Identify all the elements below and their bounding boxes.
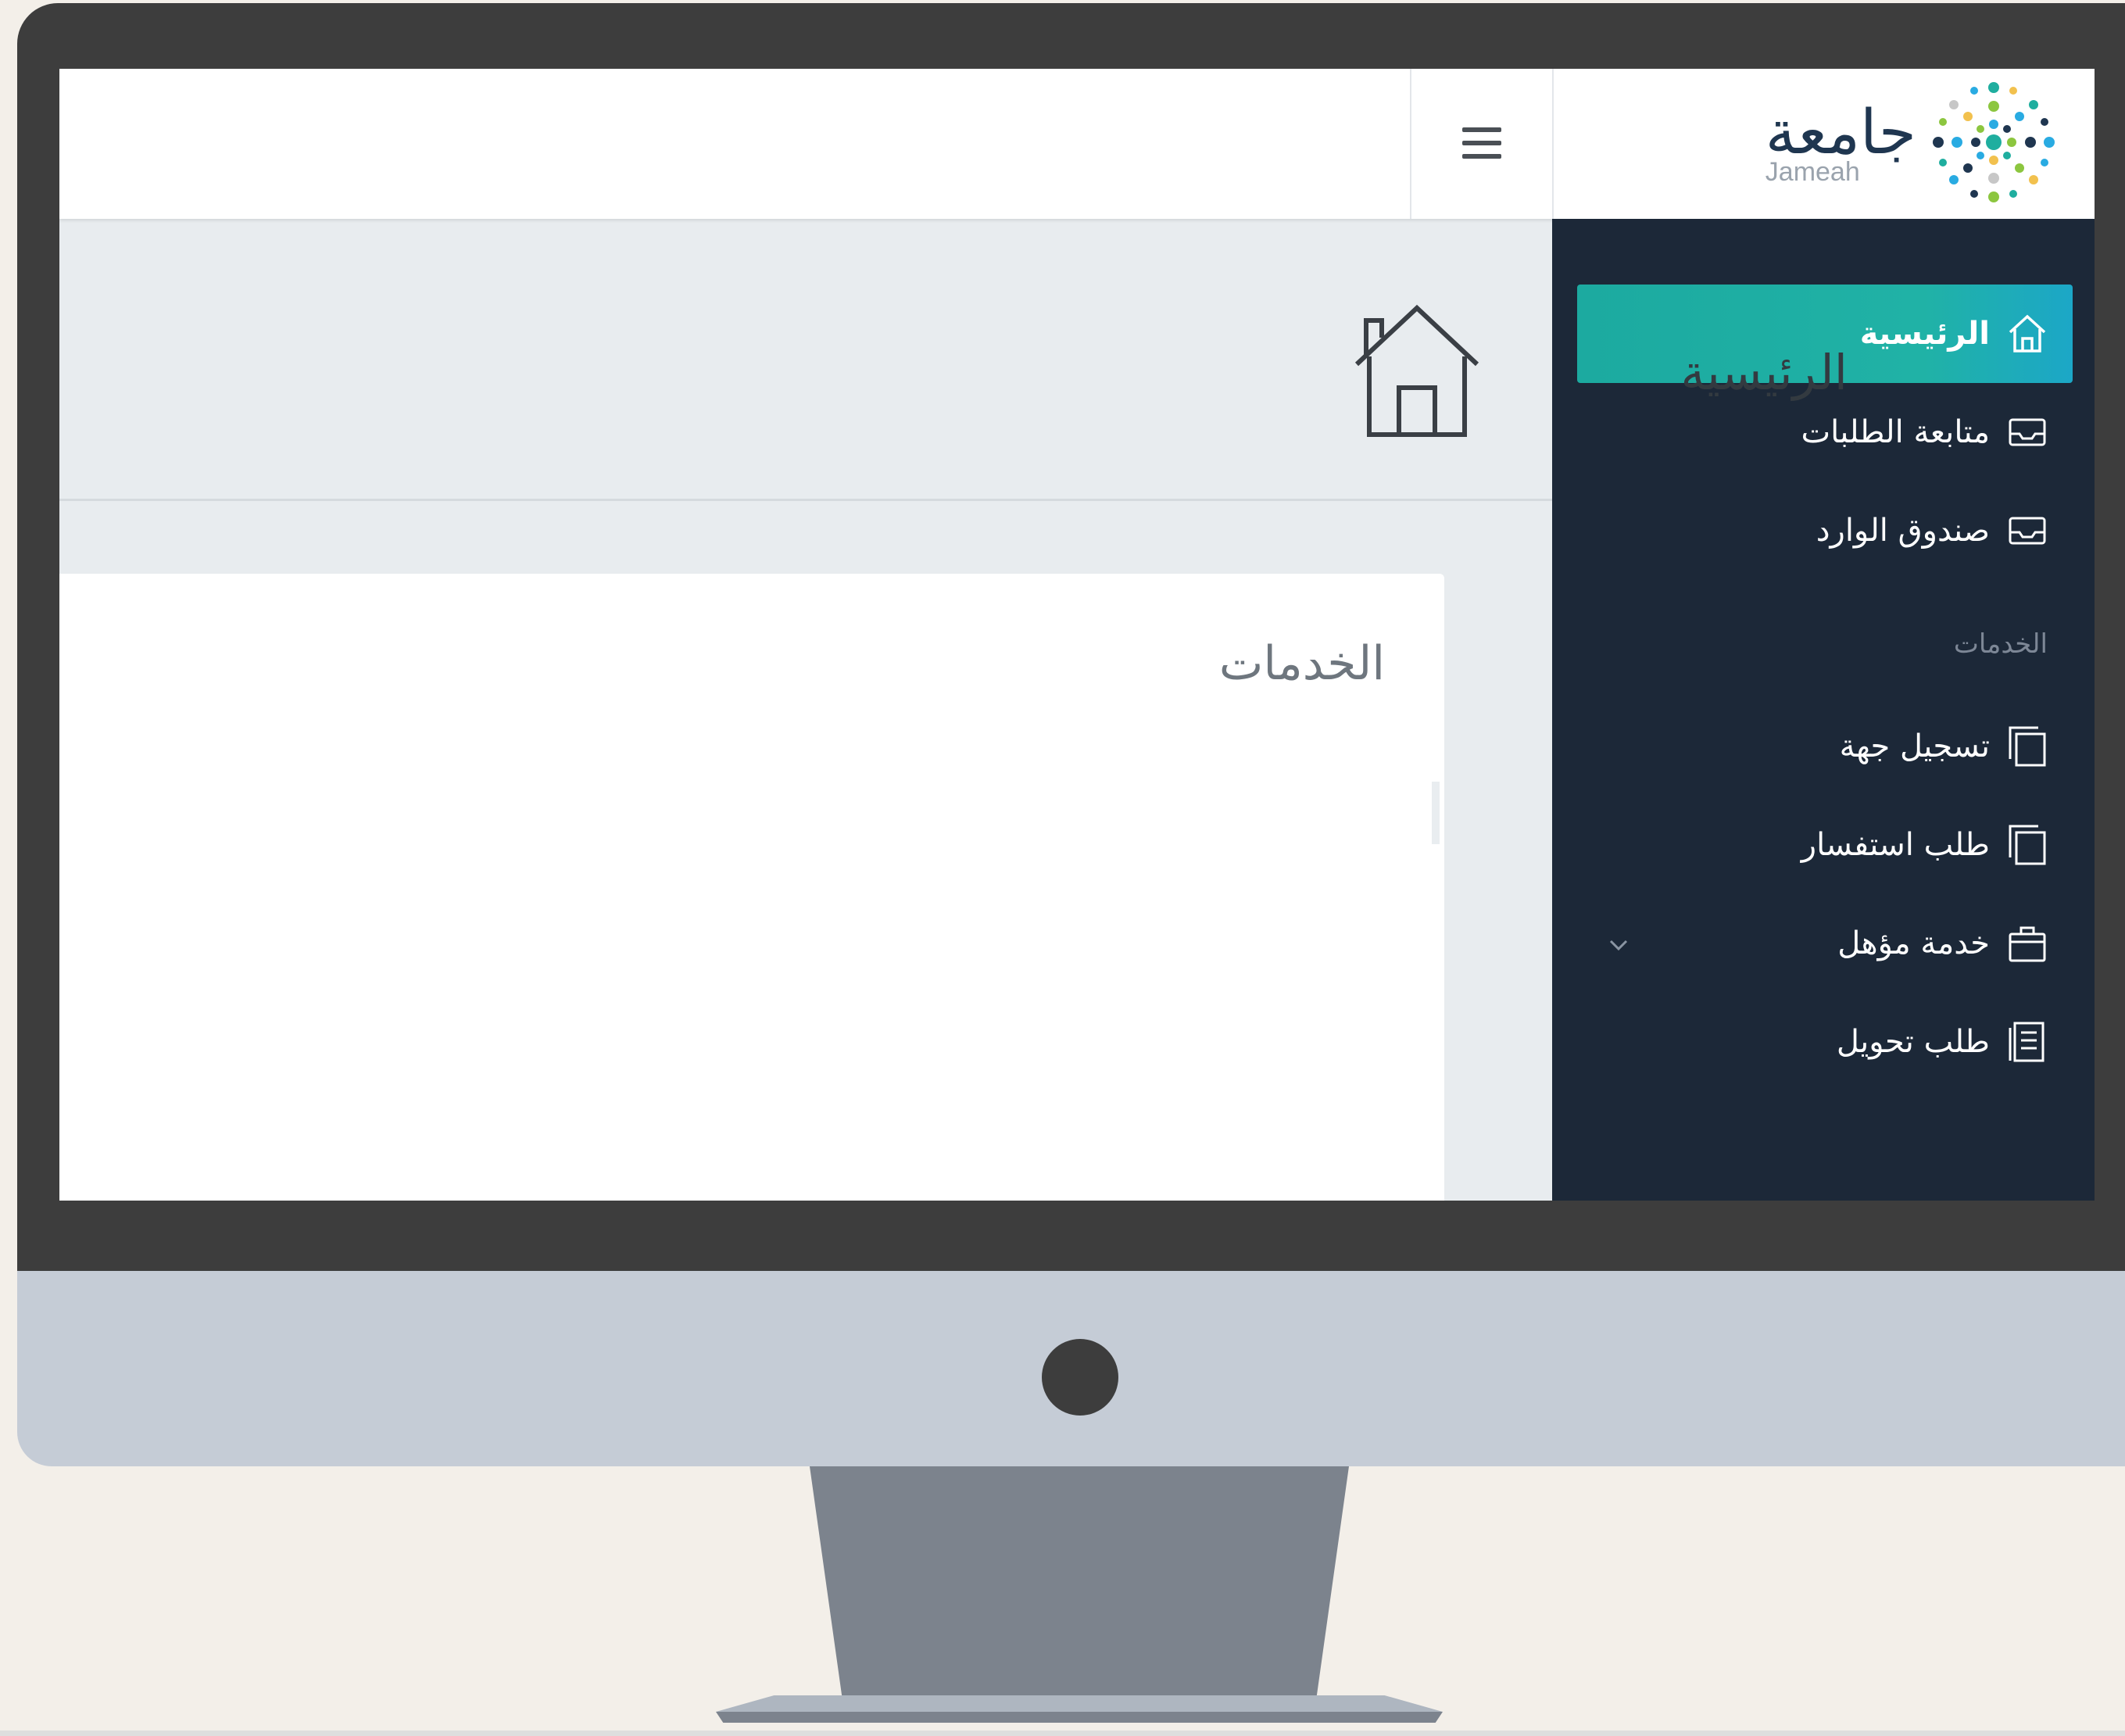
house-icon bbox=[1354, 304, 1479, 437]
page-title: الرئيسية bbox=[1680, 344, 1848, 401]
navbar-empty-area bbox=[59, 69, 1410, 219]
sidebar-item-inbox[interactable]: صندوق الوارد bbox=[1577, 481, 2073, 580]
top-navbar: جامعة Jameah bbox=[59, 69, 2095, 219]
monitor-stand-base bbox=[716, 1712, 1443, 1723]
logo-arabic-name: جامعة bbox=[1765, 98, 1916, 168]
logo-dots-icon bbox=[1927, 72, 2060, 216]
sidebar-item-qualified-service[interactable]: خدمة مؤهل bbox=[1577, 894, 2073, 993]
card-divider bbox=[1432, 782, 1440, 844]
inbox-icon bbox=[2009, 517, 2046, 545]
briefcase-icon bbox=[2009, 926, 2046, 962]
sidebar-item-label: طلب تحويل bbox=[1836, 1024, 1990, 1060]
card-title: الخدمات bbox=[1218, 636, 1385, 691]
inbox-icon bbox=[2009, 418, 2046, 446]
app-screen: جامعة Jameah الرئيسية متابعة الطلبات صند… bbox=[59, 69, 2095, 1201]
copy-icon bbox=[2009, 825, 2046, 865]
sidebar-item-label: خدمة مؤهل bbox=[1837, 925, 1990, 961]
copy-icon bbox=[2009, 726, 2046, 767]
monitor-camera-dot bbox=[1042, 1339, 1118, 1416]
sidebar-item-label: الرئيسية bbox=[1859, 316, 1990, 352]
logo-text: جامعة Jameah bbox=[1765, 102, 1916, 185]
document-list-icon bbox=[2009, 1022, 2045, 1062]
sidebar-item-label: طلب استفسار bbox=[1801, 827, 1990, 863]
sidebar-item-label: صندوق الوارد bbox=[1816, 513, 1990, 549]
floor-line bbox=[0, 1731, 2125, 1736]
hamburger-icon bbox=[1462, 119, 1501, 169]
logo-latin-name: Jameah bbox=[1765, 157, 1860, 187]
monitor-stand-neck bbox=[810, 1466, 1349, 1697]
chevron-down-icon[interactable] bbox=[1608, 930, 1629, 957]
sidebar-item-register-entity[interactable]: تسجيل جهة bbox=[1577, 697, 2073, 796]
sidebar-item-inquiry-request[interactable]: طلب استفسار bbox=[1577, 796, 2073, 894]
menu-toggle-button[interactable] bbox=[1410, 69, 1554, 219]
sidebar-section-services: الخدمات bbox=[1953, 628, 2048, 660]
sidebar-item-transfer-request[interactable]: طلب تحويل bbox=[1577, 993, 2073, 1091]
services-card: الخدمات bbox=[59, 574, 1444, 1201]
brand-logo[interactable]: جامعة Jameah bbox=[1552, 69, 2095, 219]
sidebar-item-label: تسجيل جهة bbox=[1839, 728, 1990, 764]
page-header bbox=[59, 219, 1552, 501]
monitor-stand-base-top bbox=[716, 1695, 1443, 1712]
sidebar-item-label: متابعة الطلبات bbox=[1801, 414, 1990, 450]
home-icon bbox=[2009, 314, 2046, 353]
